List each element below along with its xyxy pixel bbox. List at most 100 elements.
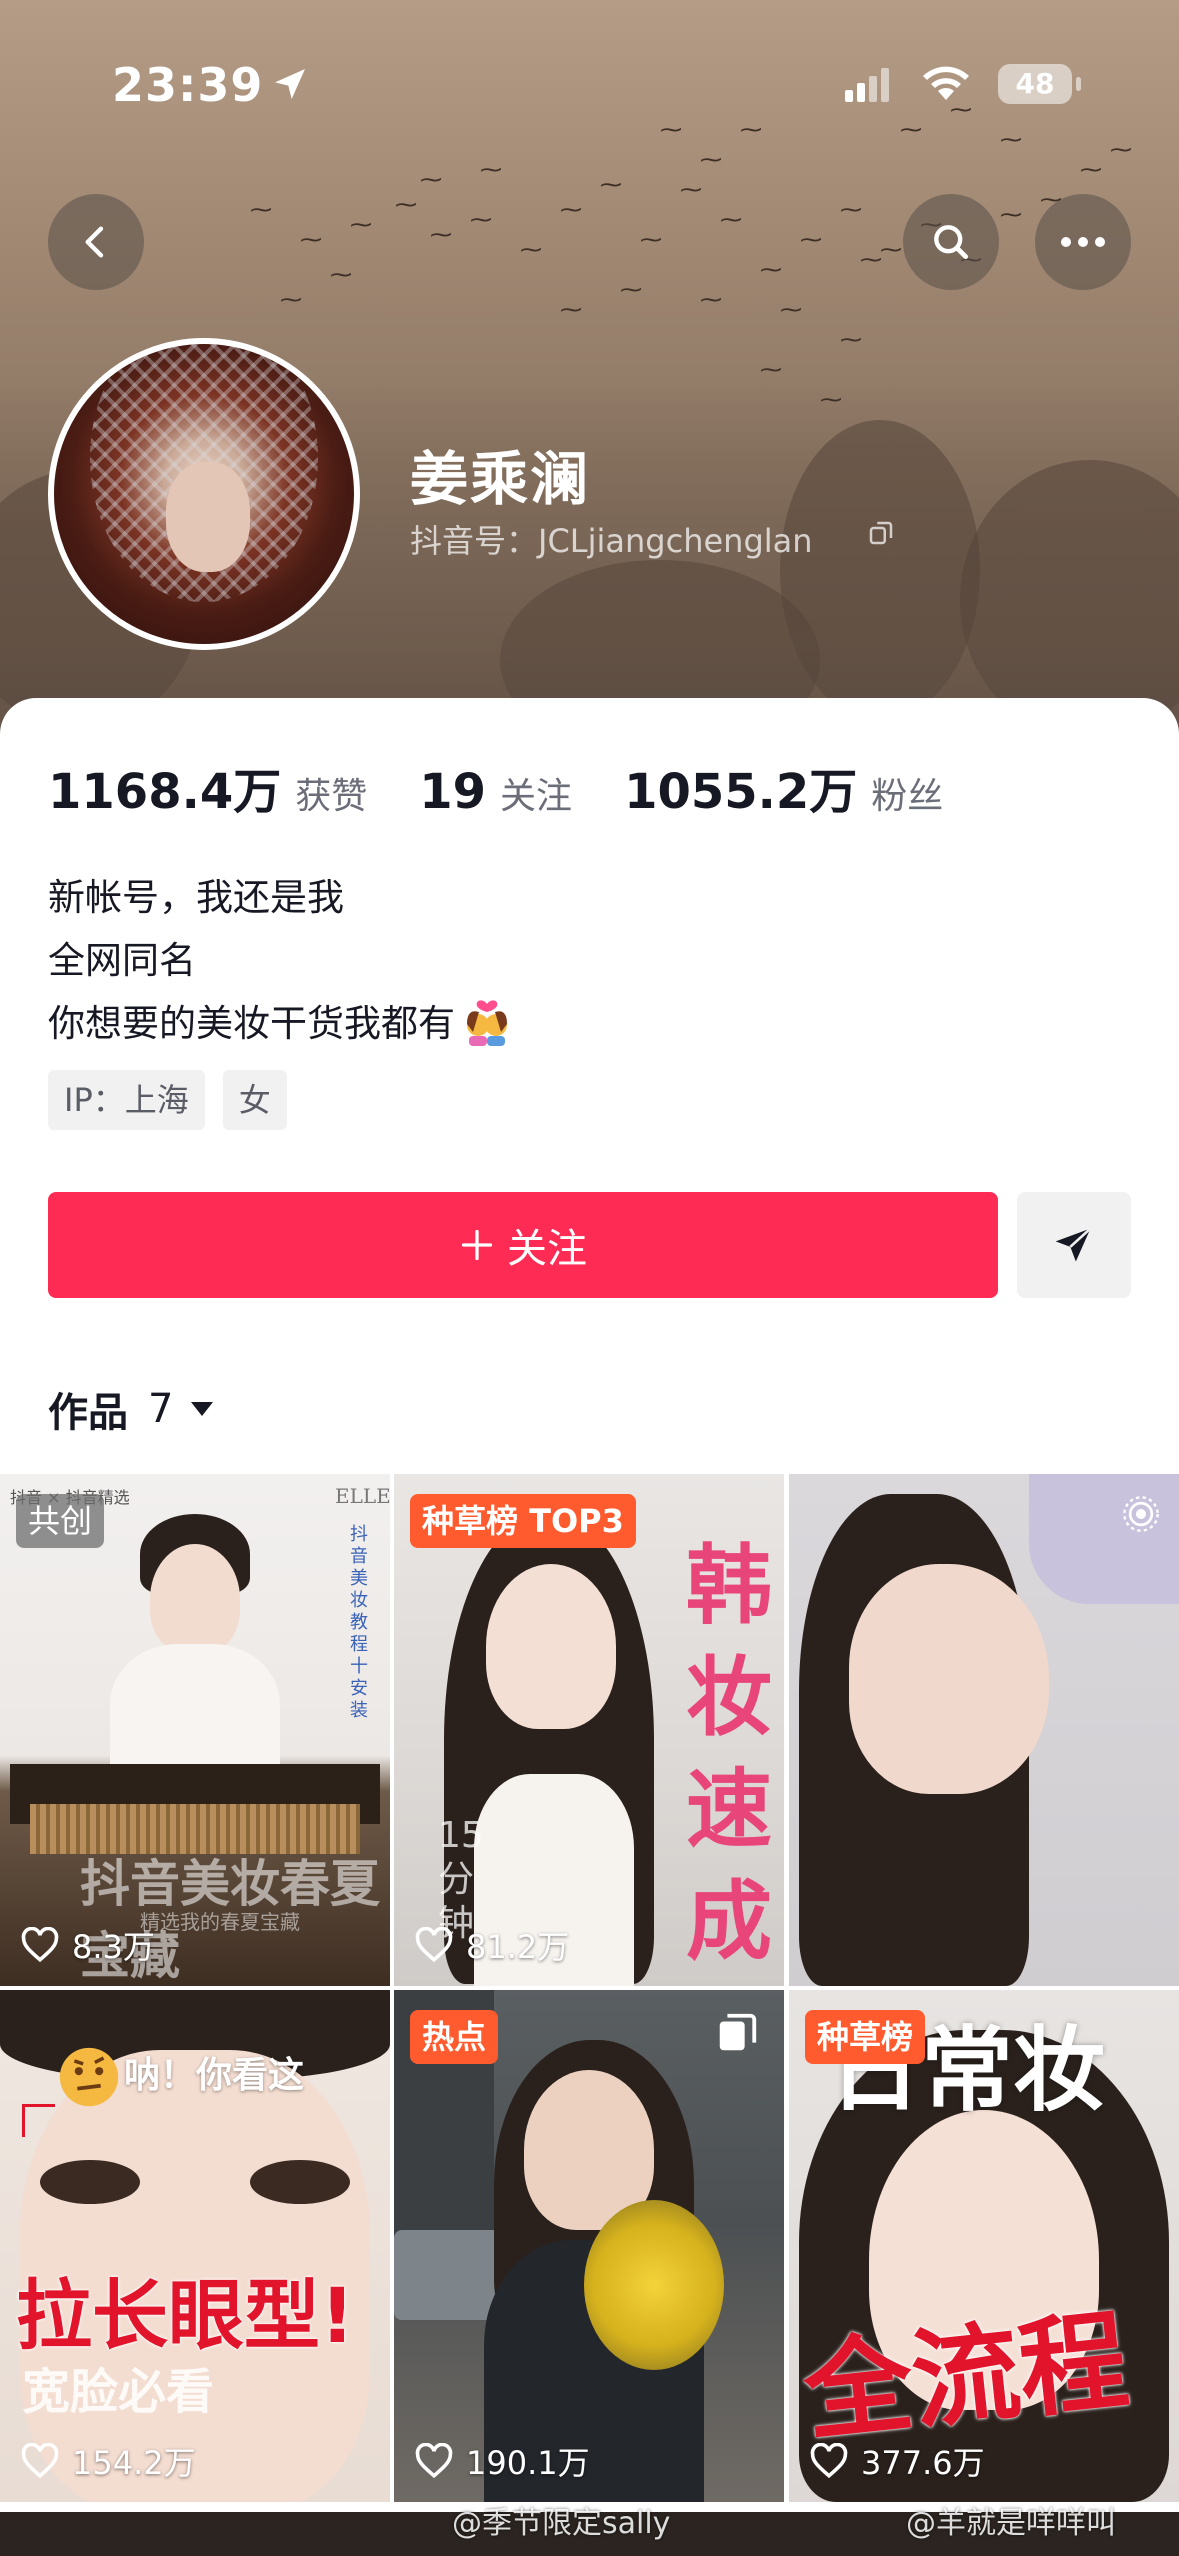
location-arrow-icon [275,69,305,99]
heart-icon [21,1927,59,1963]
bird-mark: ⁓ [820,388,842,413]
copy-icon[interactable] [866,518,896,548]
tile-overlay-sub: 宽脸必看 [22,2364,215,2420]
tile-overlay-main: 拉长眼型! [16,2271,355,2360]
bird-mark: ⁓ [780,298,802,323]
back-button[interactable] [48,194,144,290]
bird-mark: ⁓ [1110,138,1132,163]
works-count: 7 [148,1386,174,1432]
video-tile[interactable]: 种草榜 TOP3 韩妆速成 15分钟 81.2万 [394,1474,784,1986]
following-count[interactable]: 19 [419,764,486,820]
corner-mark [22,2104,55,2137]
person-face [150,1544,240,1654]
heart-icon [415,2443,453,2479]
tile-brand: ELLE [335,1484,390,1508]
bird-mark: ⁓ [560,198,582,223]
likes-count-label: 8.3万 [72,1928,155,1966]
video-tile[interactable]: 呐！你看这 拉长眼型! 宽脸必看 154.2万 [0,1990,390,2502]
bird-mark: ⁓ [720,208,742,233]
search-icon [934,225,969,260]
avatar[interactable] [48,338,360,650]
profile-name: 姜乘澜 [410,445,591,513]
bird-mark: ⁓ [600,173,622,198]
gender-tag: 女 [222,1070,287,1130]
tile-subcaption: 精选我的春夏宝藏 [140,1910,300,1934]
likes-count-label: 377.6万 [861,2444,985,2482]
ranking-badge: 种草榜 TOP3 [410,1494,636,1548]
send-message-button[interactable] [1017,1192,1131,1298]
caret-down-icon [191,1402,214,1416]
video-tile[interactable]: 日常妆 种草榜 全流程 377.6万 [789,1990,1179,2502]
bird-mark: ⁓ [680,178,702,203]
follow-button-label: 关注 [507,1226,587,1272]
tile-overlay-top: 呐！你看这 [124,2055,305,2096]
bird-mark: ⁓ [520,238,542,263]
followers-count[interactable]: 1055.2万 [624,752,857,822]
eye [40,2160,140,2204]
status-bar: 23:39 48 [0,0,1179,140]
person-face [849,1564,1049,1794]
bird-mark: ⁓ [395,193,417,218]
bird-mark: ⁓ [800,228,822,253]
video-likes: 81.2万 [414,1922,569,1968]
bio-line: 你想要的美妆干货我都有 [48,992,513,1055]
bird-mark: ⁓ [1080,158,1102,183]
likes-count[interactable]: 1168.4万 [48,752,281,822]
bird-mark: ⁓ [1000,203,1022,228]
bird-mark: ⁓ [430,223,452,248]
video-likes: 377.6万 [809,2438,985,2484]
heart-icon [810,2443,848,2479]
battery-indicator: 48 [998,64,1072,104]
followers-label[interactable]: 粉丝 [871,767,943,819]
more-options-button[interactable] [1035,194,1131,290]
ip-location-tag: IP：上海 [48,1070,205,1130]
eye [250,2160,350,2204]
follow-button[interactable]: 关注 [48,1192,998,1298]
paper-plane-icon [1055,1227,1092,1262]
avatar-face [166,462,250,572]
bird-mark: ⁓ [880,238,902,263]
co-create-badge: 共创 [16,1494,105,1548]
bird-mark: ⁓ [760,358,782,383]
tile-overlay-title: 韩妆速成 [686,1536,772,1972]
likes-label[interactable]: 获赞 [295,767,367,819]
battery-tip [1076,77,1081,91]
video-likes: 8.3万 [20,1922,155,1968]
durian [584,2200,724,2370]
bird-mark: ⁓ [760,258,782,283]
more-dots-icon [1061,237,1105,247]
following-label[interactable]: 关注 [500,767,572,819]
wifi-icon [923,66,969,100]
bio-line: 全网同名 [48,939,196,982]
cellular-signal-icon [845,68,889,102]
bird-mark: ⁓ [350,213,372,238]
live-photo-icon [1123,1496,1159,1532]
bird-mark: ⁓ [250,198,272,223]
raised-eyebrow-emoji-icon [59,2047,119,2107]
chevron-left-icon [85,226,104,258]
multi-image-icon [719,2013,757,2051]
video-tile[interactable] [789,1474,1179,1986]
works-tab[interactable]: 作品 7 [48,1380,215,1438]
bird-mark: ⁓ [470,208,492,233]
bird-mark: ⁓ [300,228,322,253]
ranking-badge: 种草榜 [805,2010,926,2064]
bird-mark: ⁓ [840,198,862,223]
likes-count-label: 190.1万 [466,2444,590,2482]
kissing-couple-emoji-icon [467,999,507,1046]
search-button[interactable] [903,194,999,290]
bird-mark: ⁓ [700,148,722,173]
bird-mark: ⁓ [620,278,642,303]
likes-count-label: 154.2万 [72,2444,196,2482]
bird-mark: ⁓ [480,158,502,183]
bird-mark: ⁓ [560,298,582,323]
video-tile[interactable]: 抖音 × 抖音精选 ELLE 抖音美妆教程十安装 共创 抖音美妆春夏宝藏 精选我… [0,1474,390,1986]
watermark: @季节限定sally [452,2506,671,2541]
heart-icon [415,1927,453,1963]
video-likes: 154.2万 [20,2438,196,2484]
video-tile[interactable]: 热点 190.1万 [394,1990,784,2502]
status-time: 23:39 [112,58,264,112]
watermark: @羊就是咩咩叫 [906,2506,1116,2541]
bird-mark: ⁓ [840,328,862,353]
tile-side-text: 抖音美妆教程十安装 [350,1524,368,1721]
